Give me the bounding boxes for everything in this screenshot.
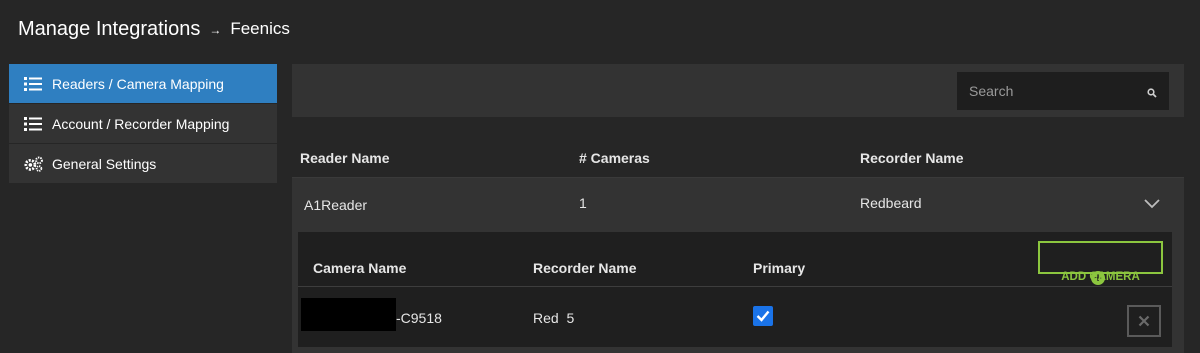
sidebar-item-general-settings[interactable]: General Settings [9, 144, 277, 184]
close-icon [1138, 315, 1150, 327]
camera-row: -C9518 Red 5 [298, 288, 1172, 347]
primary-checkbox[interactable] [753, 306, 773, 326]
add-camera-label: ADD CAMERA [1061, 271, 1140, 283]
sidebar: Readers / Camera Mapping Account / Recor… [9, 64, 277, 184]
breadcrumb-current: Feenics [230, 19, 290, 38]
table-row[interactable]: A1Reader 1 Redbeard [292, 178, 1184, 232]
add-camera-button[interactable]: + ADD CAMERA [1038, 241, 1163, 285]
sidebar-item-readers-camera-mapping[interactable]: Readers / Camera Mapping [9, 64, 277, 104]
sidebar-item-label: General Settings [52, 155, 157, 172]
remove-camera-button[interactable] [1127, 305, 1161, 337]
toolbar [292, 64, 1184, 117]
subtable-header: Camera Name Recorder Name Primary + ADD … [298, 232, 1172, 287]
column-header-sub-recorder-name: Recorder Name [533, 260, 637, 276]
gears-icon [24, 155, 44, 172]
sidebar-item-label: Account / Recorder Mapping [52, 115, 230, 132]
column-header-reader-name[interactable]: Reader Name [300, 150, 390, 166]
sidebar-item-label: Readers / Camera Mapping [52, 75, 224, 92]
camera-recorder-cell: Red 5 [533, 310, 575, 326]
camera-name-cell: -C9518 [396, 310, 442, 326]
chevron-down-icon[interactable] [1144, 196, 1160, 212]
sidebar-item-account-recorder-mapping[interactable]: Account / Recorder Mapping [9, 104, 277, 144]
breadcrumb-arrow-icon: → [209, 23, 222, 37]
search-icon[interactable] [1147, 85, 1157, 103]
column-header-primary: Primary [753, 260, 806, 276]
main-panel: Reader Name # Cameras Recorder Name A1Re… [292, 64, 1184, 353]
search-box [957, 72, 1169, 110]
cameras-count-cell: 1 [579, 195, 587, 211]
camera-subtable: Camera Name Recorder Name Primary + ADD … [298, 232, 1172, 347]
camera-subpanel: Camera Name Recorder Name Primary + ADD … [292, 232, 1184, 353]
search-input[interactable] [969, 83, 1139, 99]
page-title: Manage Integrations [18, 17, 201, 40]
column-header-cameras[interactable]: # Cameras [579, 150, 650, 166]
recorder-name-cell: Redbeard [860, 195, 922, 211]
column-header-camera-name: Camera Name [313, 260, 407, 276]
table-header: Reader Name # Cameras Recorder Name [292, 138, 1184, 178]
redacted-block [301, 298, 396, 331]
breadcrumb: Manage Integrations → Feenics [18, 16, 290, 42]
reader-name-cell: A1Reader [304, 197, 368, 213]
column-header-recorder-name[interactable]: Recorder Name [860, 150, 964, 166]
list-icon [24, 116, 44, 132]
list-icon [24, 76, 44, 92]
